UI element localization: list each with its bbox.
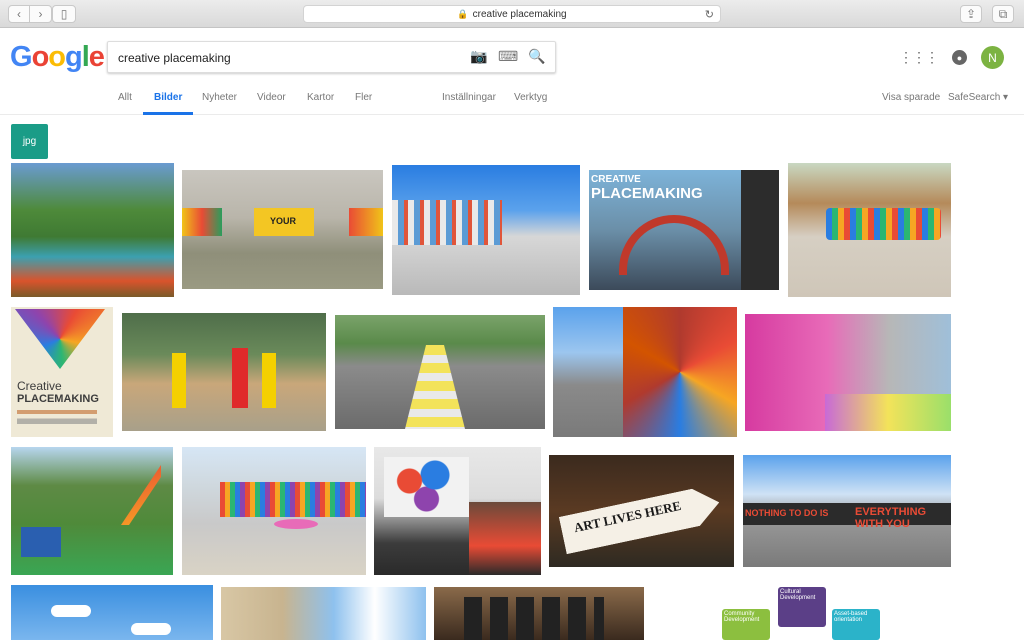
forward-button[interactable]: ›: [30, 5, 52, 23]
back-icon: ‹: [17, 7, 21, 21]
filter-chip-jpg[interactable]: jpg: [11, 124, 48, 159]
share-button[interactable]: ⇪: [960, 5, 982, 23]
logo-letter: o: [48, 41, 66, 73]
book-title-creative: CREATIVE: [591, 174, 641, 185]
notifications-icon[interactable]: ●: [952, 50, 967, 65]
image-result[interactable]: [788, 163, 951, 297]
tab-videos[interactable]: Videor: [257, 92, 286, 103]
skyline-silhouette: [464, 597, 604, 640]
image-result[interactable]: NOTHING TO DO IS EVERYTHING WITH YOU: [743, 455, 951, 567]
search-box: 📷 ⌨ 🔍: [107, 41, 556, 73]
mosaic-wheel: [623, 307, 737, 437]
cloud: [51, 605, 91, 617]
image-result[interactable]: [335, 315, 545, 429]
image-result[interactable]: [374, 447, 541, 575]
image-result[interactable]: [11, 585, 213, 640]
diagram-community: Community Development: [722, 609, 770, 640]
reload-icon[interactable]: ↻: [705, 8, 714, 21]
address-bar[interactable]: 🔒 creative placemaking ↻: [303, 5, 721, 23]
painted-puddle: [274, 519, 318, 529]
tabs-button[interactable]: ⧉: [992, 5, 1014, 23]
dancer-yellow-2: [262, 353, 276, 408]
banner-text-left: NOTHING TO DO IS: [745, 508, 829, 518]
painted-crosswalk: [405, 345, 465, 429]
search-input[interactable]: [118, 48, 458, 68]
image-result[interactable]: YOUR: [182, 170, 383, 289]
dancer-red: [232, 348, 248, 408]
apps-grid-icon[interactable]: ⋮⋮⋮: [899, 49, 939, 66]
image-result[interactable]: [434, 587, 644, 640]
image-result[interactable]: [553, 307, 737, 437]
colorful-bench: [826, 208, 941, 240]
camera-icon[interactable]: 📷: [470, 48, 487, 65]
search-icon[interactable]: 🔍: [528, 48, 545, 65]
lock-icon: 🔒: [457, 8, 469, 19]
browser-toolbar: ‹ › ▯ 🔒 creative placemaking ↻ ⇪ ⧉: [0, 0, 1024, 28]
logo-letter: e: [88, 41, 105, 73]
rainbow-fence: [220, 482, 366, 517]
tab-images[interactable]: Bilder: [154, 92, 182, 103]
cloud: [131, 623, 171, 635]
diagram-asset: Asset-based orientation: [832, 609, 880, 640]
wall-mural-right: [349, 208, 383, 236]
book-title-placemaking: PLACEMAKING: [591, 185, 703, 202]
book2-placemaking: PLACEMAKING: [17, 393, 99, 405]
sidebar-icon: ▯: [60, 7, 68, 21]
book2-creative: Creative: [17, 379, 62, 393]
banner-text-right: EVERYTHING WITH YOU: [855, 506, 927, 530]
avatar[interactable]: N: [981, 46, 1004, 69]
tab-settings[interactable]: Inställningar: [442, 92, 496, 103]
tab-maps[interactable]: Kartor: [307, 92, 334, 103]
safesearch-dropdown[interactable]: SafeSearch ▾: [948, 92, 1008, 103]
tabs-icon: ⧉: [998, 6, 1008, 21]
tab-all[interactable]: Allt: [118, 92, 132, 103]
logo-letter: G: [10, 41, 33, 73]
search-tabs: Allt Bilder Nyheter Videor Kartor Fler I…: [0, 84, 1024, 115]
image-result[interactable]: [745, 314, 951, 431]
tab-news[interactable]: Nyheter: [202, 92, 237, 103]
keyboard-icon[interactable]: ⌨: [498, 48, 518, 65]
image-result[interactable]: Cultural Development Community Developme…: [700, 585, 900, 640]
image-result[interactable]: Creative PLACEMAKING: [11, 307, 113, 437]
tab-more[interactable]: Fler: [355, 92, 372, 103]
orange-slide: [121, 465, 161, 525]
sidebar-toggle-button[interactable]: ▯: [52, 5, 76, 23]
book-triangles: [15, 309, 105, 369]
striped-wall: [392, 200, 502, 245]
image-result[interactable]: ART LIVES HERE: [549, 455, 734, 567]
image-result[interactable]: [182, 447, 366, 575]
back-button[interactable]: ‹: [8, 5, 30, 23]
painted-ground: [825, 394, 951, 431]
people-group: [469, 502, 541, 575]
dancer-yellow: [172, 353, 186, 408]
active-tab-indicator: [143, 112, 193, 115]
saved-link[interactable]: Visa sparade: [882, 92, 940, 103]
image-result[interactable]: [122, 313, 326, 431]
diagram-cultural: Cultural Development: [778, 587, 826, 627]
tab-tools[interactable]: Verktyg: [514, 92, 547, 103]
image-result[interactable]: [392, 165, 580, 295]
image-result[interactable]: [221, 587, 426, 640]
image-result[interactable]: CREATIVE PLACEMAKING: [589, 170, 779, 290]
google-logo[interactable]: Google: [10, 41, 105, 74]
mural-text-your: YOUR: [270, 216, 297, 226]
diagram-cultural-label: Cultural Development: [780, 589, 816, 601]
logo-letter: o: [31, 41, 50, 73]
nav-buttons: ‹ ›: [8, 5, 52, 23]
address-text: creative placemaking: [472, 8, 567, 20]
image-result[interactable]: [11, 163, 174, 297]
diagram-asset-label: Asset-based orientation: [834, 611, 868, 623]
blue-chair: [21, 527, 61, 557]
wall-mural-left: [182, 208, 222, 236]
image-result[interactable]: [11, 447, 173, 575]
book-side-panel: [741, 170, 779, 290]
share-icon: ⇪: [965, 7, 977, 21]
logo-letter: l: [81, 41, 90, 73]
diagram-community-label: Community Development: [724, 611, 760, 623]
book-fineprint: [17, 410, 97, 424]
paint-splatter-canvas: [384, 457, 469, 517]
arch-sculpture: [619, 215, 729, 275]
forward-icon: ›: [38, 7, 43, 21]
logo-letter: g: [65, 41, 83, 73]
